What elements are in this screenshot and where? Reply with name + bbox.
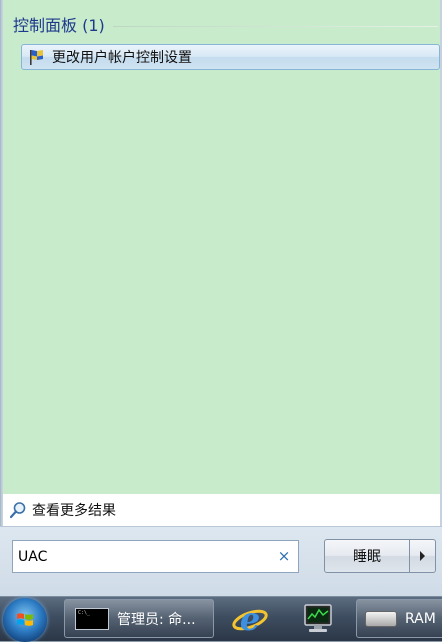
search-input[interactable] [13,547,260,566]
clear-search-icon[interactable]: × [276,548,292,564]
power-options-button[interactable] [410,539,436,573]
search-box[interactable]: × [12,540,299,573]
result-group-title[interactable]: 控制面板 (1) [13,12,113,36]
taskbar-item-label: 管理员: 命... [117,611,196,628]
taskbar-item-resource-monitor[interactable] [288,599,348,638]
taskbar-item-cmd[interactable]: 管理员: 命... [64,599,214,638]
start-menu: 控制面板 (1) 更改用户帐户控制设置 查看更多结果 UAC × 睡眠 [0,0,442,596]
drive-icon [365,610,397,627]
taskbar: 管理员: 命... e RAM [0,596,442,642]
taskbar-item-label: RAM [405,610,436,627]
see-more-results-link[interactable]: 查看更多结果 [3,494,440,526]
result-item-uac-settings[interactable]: 更改用户帐户控制设置 [21,44,440,70]
taskbar-item-internet-explorer[interactable]: e [222,599,278,638]
uac-flag-icon [26,46,48,68]
internet-explorer-icon: e [232,600,268,638]
result-group-header: 控制面板 (1) [13,12,438,36]
result-item-label: 更改用户帐户控制设置 [52,50,192,66]
sleep-button[interactable]: 睡眠 [324,539,410,573]
resource-monitor-icon [304,603,332,632]
svg-text:e: e [240,600,260,638]
windows-orb-icon[interactable] [3,598,47,642]
group-divider [112,25,438,27]
windows-flag-icon [17,613,33,626]
chevron-right-icon [420,551,425,561]
see-more-label: 查看更多结果 [32,503,116,519]
cmd-icon [75,607,109,630]
search-icon [8,500,28,520]
taskbar-item-ram[interactable]: RAM [356,599,442,638]
search-results-pane: 控制面板 (1) 更改用户帐户控制设置 [3,0,440,494]
start-menu-bottom-panel: × 睡眠 [0,526,442,596]
power-button-group: 睡眠 [324,539,436,573]
